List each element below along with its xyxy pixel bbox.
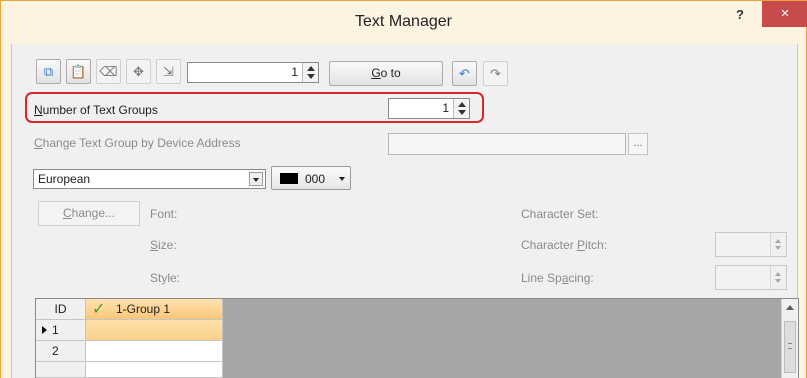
text-groups-stepper-arrows[interactable]	[453, 99, 469, 118]
line-spacing-rest: cing:	[568, 271, 594, 285]
goto-number-stepper[interactable]: 1	[187, 62, 319, 83]
row-id: 2	[52, 344, 59, 358]
redo-button[interactable]: ↷	[483, 61, 508, 86]
copy-button[interactable]: ⧉	[36, 59, 61, 84]
scrollbar-thumb[interactable]	[784, 321, 796, 373]
down-arrow-icon[interactable]	[775, 279, 781, 283]
chevron-down-icon	[339, 177, 345, 181]
scroll-up-arrow-icon[interactable]	[786, 305, 794, 310]
close-button[interactable]: ×	[762, 1, 807, 27]
character-pitch-rest: itch:	[585, 238, 608, 252]
text-grid[interactable]: ID ✓ 1-Group 1 1 2	[35, 298, 799, 378]
title-bar[interactable]: Text Manager ? ×	[1, 1, 807, 44]
device-address-field[interactable]	[388, 133, 626, 155]
down-arrow-icon[interactable]	[458, 110, 466, 115]
character-pitch-prefix: Character	[521, 238, 578, 252]
undo-button[interactable]: ↶	[452, 61, 477, 86]
grip-icon	[788, 343, 792, 349]
up-arrow-icon[interactable]	[458, 102, 466, 107]
id-column-header[interactable]: ID	[36, 299, 86, 320]
style-label: Style:	[150, 271, 181, 285]
down-arrow-icon[interactable]	[307, 74, 315, 79]
dialog-client-area: ⧉ 📋 ⌫ ✥ ⇲ 1 Go to ↶ ↷ Number of Text Gro…	[11, 44, 799, 378]
copy-icon: ⧉	[43, 64, 54, 79]
row-header[interactable]	[36, 362, 86, 378]
down-arrow-icon[interactable]	[775, 246, 781, 250]
change-font-label: hange...	[71, 206, 116, 220]
current-row-pointer-icon	[42, 326, 47, 334]
checkmark-icon: ✓	[92, 301, 106, 318]
column-header-label: 1-Group 1	[116, 302, 171, 316]
device-address-label-text: hange Text Group by Device Address	[42, 136, 241, 150]
undo-icon: ↶	[459, 66, 470, 81]
character-pitch-label: Character Pitch:	[521, 238, 607, 252]
character-pitch-mnemonic: P	[577, 238, 586, 252]
paste-icon: 📋	[70, 64, 87, 79]
change-font-mnemonic: C	[62, 206, 72, 220]
redo-icon: ↷	[490, 66, 501, 81]
color-value: 000	[305, 172, 326, 186]
table-cell[interactable]	[86, 320, 223, 341]
spacing-stepper-arrows[interactable]	[770, 266, 786, 289]
pitch-stepper-arrows[interactable]	[770, 233, 786, 256]
language-select[interactable]: European	[33, 169, 266, 189]
size-mnemonic: S	[150, 238, 159, 252]
line-spacing-stepper[interactable]	[715, 265, 787, 290]
table-cell[interactable]	[86, 341, 223, 362]
clear-button[interactable]: ⌫	[96, 59, 121, 84]
goto-stepper-arrows[interactable]	[302, 63, 318, 82]
clear-icon: ⌫	[99, 64, 118, 79]
goto-button[interactable]: Go to	[329, 61, 443, 86]
export-button[interactable]: ⇲	[156, 59, 181, 84]
language-selected-value: European	[38, 172, 91, 186]
paste-button[interactable]: 📋	[66, 59, 91, 84]
import-button[interactable]: ✥	[126, 59, 151, 84]
up-arrow-icon[interactable]	[775, 239, 781, 243]
text-groups-value: 1	[442, 101, 449, 115]
language-dropdown-button[interactable]	[249, 172, 263, 186]
device-address-browse-button[interactable]: ...	[628, 133, 648, 155]
text-manager-window: Text Manager ? × ⧉ 📋 ⌫ ✥ ⇲ 1 Go to ↶ ↷ N…	[0, 0, 807, 378]
text-groups-stepper[interactable]: 1	[388, 98, 470, 119]
text-groups-mnemonic: N	[34, 103, 43, 117]
goto-button-label: o to	[380, 66, 401, 80]
up-arrow-icon[interactable]	[775, 272, 781, 276]
line-spacing-label: Line Spacing:	[521, 271, 594, 285]
color-picker-button[interactable]: 000	[271, 166, 351, 190]
size-label-text: ize:	[158, 238, 177, 252]
color-swatch	[280, 173, 298, 184]
column-header-group-1[interactable]: ✓ 1-Group 1	[86, 299, 223, 320]
row-header[interactable]: 1	[36, 320, 86, 341]
table-cell[interactable]	[86, 362, 223, 378]
size-label: Size:	[150, 238, 177, 252]
goto-button-mnemonic: G	[371, 66, 381, 80]
device-address-label: Change Text Group by Device Address	[34, 136, 241, 150]
export-icon: ⇲	[163, 64, 174, 79]
device-address-mnemonic: C	[34, 136, 43, 150]
change-font-button[interactable]: Change...	[38, 201, 140, 226]
help-button[interactable]: ?	[730, 7, 750, 27]
up-arrow-icon[interactable]	[307, 66, 315, 71]
line-spacing-prefix: Line Sp	[521, 271, 562, 285]
font-label: Font:	[150, 207, 178, 221]
chevron-down-icon	[253, 178, 259, 182]
row-id: 1	[52, 323, 59, 337]
text-groups-label-text: umber of Text Groups	[42, 103, 158, 117]
import-icon: ✥	[133, 64, 144, 79]
character-pitch-stepper[interactable]	[715, 232, 787, 257]
window-title: Text Manager	[355, 13, 452, 30]
character-set-label: Character Set:	[521, 207, 599, 221]
vertical-scrollbar[interactable]	[781, 299, 798, 378]
text-groups-label: Number of Text Groups	[34, 103, 158, 117]
row-header[interactable]: 2	[36, 341, 86, 362]
goto-value: 1	[291, 65, 298, 79]
